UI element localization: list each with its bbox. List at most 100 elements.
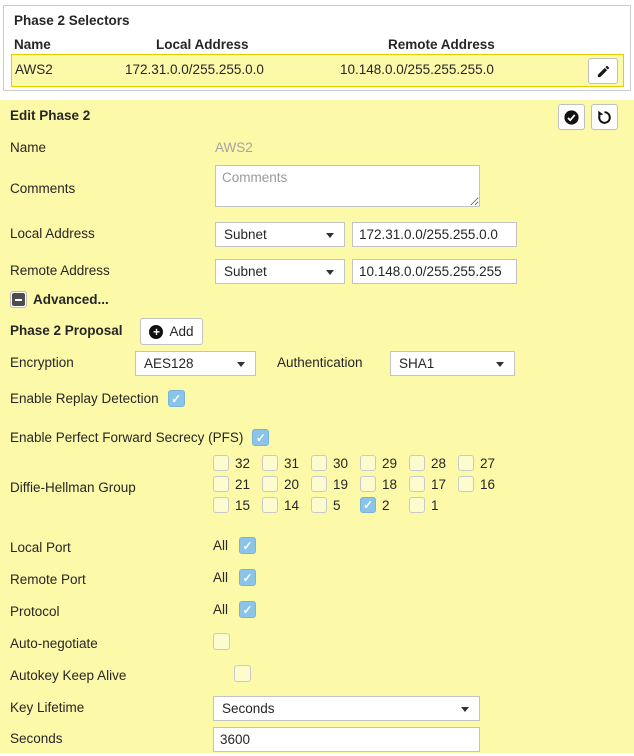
replay-detection-label: Enable Replay Detection: [10, 391, 159, 406]
dh-checkbox-21[interactable]: [213, 476, 229, 492]
column-header-remote: Remote Address: [388, 37, 495, 52]
dh-option-1: 1: [409, 497, 458, 513]
pencil-icon: [596, 64, 611, 79]
pfs-row: Enable Perfect Forward Secrecy (PFS): [10, 429, 269, 446]
local-port-label: Local Port: [10, 540, 71, 555]
dh-option-label: 28: [431, 456, 446, 471]
dh-checkbox-27[interactable]: [458, 455, 474, 471]
authentication-select[interactable]: SHA1: [390, 351, 515, 376]
dh-option-label: 30: [333, 456, 348, 471]
dh-checkbox-16[interactable]: [458, 476, 474, 492]
remote-port-checkbox[interactable]: [239, 569, 256, 586]
add-proposal-button[interactable]: + Add: [140, 318, 203, 345]
key-lifetime-label: Key Lifetime: [10, 700, 84, 715]
dh-option-label: 32: [235, 456, 250, 471]
seconds-label: Seconds: [10, 731, 63, 746]
row-local-address: 172.31.0.0/255.255.0.0: [125, 62, 264, 77]
phase2-selectors-panel: Phase 2 Selectors Name Local Address Rem…: [3, 5, 631, 91]
dh-option-label: 16: [480, 477, 495, 492]
accept-button[interactable]: [558, 104, 585, 130]
chevron-down-icon: [326, 270, 334, 275]
remote-port-label: Remote Port: [10, 572, 86, 587]
dh-option-14: 14: [262, 497, 311, 513]
dh-checkbox-30[interactable]: [311, 455, 327, 471]
auto-negotiate-checkbox[interactable]: [213, 633, 230, 650]
add-button-label: Add: [169, 324, 193, 339]
remote-port-all-label: All: [213, 570, 228, 585]
dh-option-label: 31: [284, 456, 299, 471]
revert-button[interactable]: [591, 104, 618, 130]
remote-address-type-value: Subnet: [224, 264, 267, 279]
remote-port-control: All: [213, 569, 256, 586]
remote-address-input[interactable]: [352, 259, 517, 284]
local-port-all-label: All: [213, 538, 228, 553]
dh-option-label: 21: [235, 477, 250, 492]
dh-checkbox-14[interactable]: [262, 497, 278, 513]
dh-option-label: 17: [431, 477, 446, 492]
replay-detection-checkbox[interactable]: [168, 390, 185, 407]
dh-option-label: 27: [480, 456, 495, 471]
protocol-control: All: [213, 601, 256, 618]
dh-option-label: 1: [431, 498, 439, 513]
edit-row-button[interactable]: [588, 58, 618, 84]
comments-label: Comments: [10, 181, 75, 196]
encryption-select[interactable]: AES128: [135, 351, 256, 376]
dh-checkbox-1[interactable]: [409, 497, 425, 513]
local-address-input[interactable]: [352, 222, 517, 247]
dh-checkbox-19[interactable]: [311, 476, 327, 492]
dh-checkbox-5[interactable]: [311, 497, 327, 513]
local-port-control: All: [213, 537, 256, 554]
chevron-down-icon: [496, 362, 504, 367]
dh-option-17: 17: [409, 476, 458, 492]
row-remote-address: 10.148.0.0/255.255.255.0: [340, 62, 494, 77]
local-address-type-select[interactable]: Subnet: [215, 222, 345, 247]
autokey-keep-alive-checkbox[interactable]: [234, 665, 251, 682]
selectors-title: Phase 2 Selectors: [14, 13, 130, 28]
plus-circle-icon: +: [149, 325, 163, 339]
collapse-minus-icon[interactable]: [10, 291, 27, 308]
protocol-checkbox[interactable]: [239, 601, 256, 618]
chevron-down-icon: [237, 362, 245, 367]
table-row[interactable]: AWS2 172.31.0.0/255.255.0.0 10.148.0.0/2…: [11, 54, 624, 87]
local-address-label: Local Address: [10, 226, 95, 241]
dh-checkbox-31[interactable]: [262, 455, 278, 471]
dh-option-30: 30: [311, 455, 360, 471]
dh-checkbox-15[interactable]: [213, 497, 229, 513]
dh-option-label: 29: [382, 456, 397, 471]
dh-checkbox-32[interactable]: [213, 455, 229, 471]
dh-option-label: 20: [284, 477, 299, 492]
advanced-toggle[interactable]: Advanced...: [10, 291, 109, 308]
dh-checkbox-29[interactable]: [360, 455, 376, 471]
dh-option-label: 5: [333, 498, 341, 513]
dh-checkbox-20[interactable]: [262, 476, 278, 492]
dh-checkbox-2[interactable]: [360, 497, 376, 513]
check-circle-icon: [563, 109, 580, 126]
encryption-label: Encryption: [10, 355, 74, 370]
dh-option-label: 18: [382, 477, 397, 492]
dh-option-label: 19: [333, 477, 348, 492]
key-lifetime-select[interactable]: Seconds: [213, 696, 480, 721]
dh-option-31: 31: [262, 455, 311, 471]
column-header-name: Name: [14, 37, 51, 52]
dh-checkbox-17[interactable]: [409, 476, 425, 492]
chevron-down-icon: [326, 233, 334, 238]
phase2-proposal-label: Phase 2 Proposal: [10, 323, 123, 338]
undo-icon: [596, 109, 613, 126]
dh-option-32: 32: [213, 455, 262, 471]
chevron-down-icon: [461, 707, 469, 712]
encryption-value: AES128: [144, 356, 194, 371]
dh-option-28: 28: [409, 455, 458, 471]
dh-checkbox-28[interactable]: [409, 455, 425, 471]
pfs-checkbox[interactable]: [252, 429, 269, 446]
dh-checkbox-18[interactable]: [360, 476, 376, 492]
comments-input[interactable]: [215, 165, 480, 207]
local-port-checkbox[interactable]: [239, 537, 256, 554]
remote-address-type-select[interactable]: Subnet: [215, 259, 345, 284]
auto-negotiate-label: Auto-negotiate: [10, 636, 98, 651]
seconds-input[interactable]: [213, 727, 480, 752]
name-value: AWS2: [215, 140, 253, 155]
autokey-keep-alive-label: Autokey Keep Alive: [10, 668, 126, 683]
authentication-value: SHA1: [399, 356, 434, 371]
advanced-label: Advanced...: [33, 292, 109, 307]
protocol-all-label: All: [213, 602, 228, 617]
